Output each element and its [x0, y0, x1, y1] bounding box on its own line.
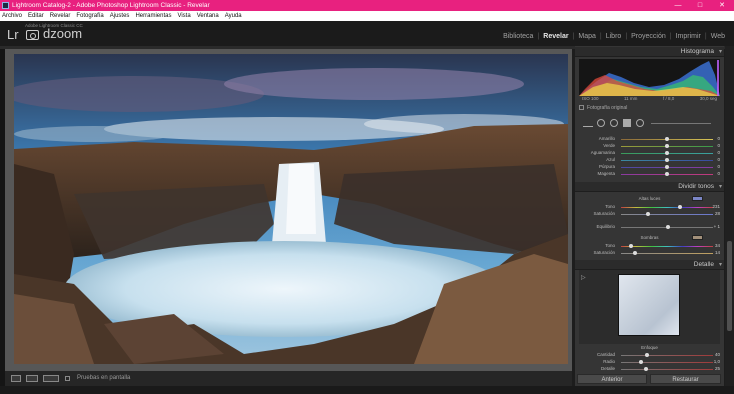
slider-knob[interactable] — [665, 137, 669, 141]
highlights-tone-row[interactable]: Tono 231 — [577, 204, 722, 211]
maximize-icon[interactable]: □ — [691, 0, 709, 11]
split-toning-header[interactable]: Dividir tonos — [575, 182, 724, 192]
focal-length: 11 mm — [624, 96, 638, 101]
module-revelar[interactable]: Revelar — [539, 33, 572, 40]
sharpening-radius-row[interactable]: Radio 1,0 — [577, 359, 722, 366]
shadows-color-swatch[interactable] — [692, 235, 703, 240]
bottom-toolbar: Pruebas en pantalla — [5, 371, 572, 386]
red-eye-icon[interactable] — [610, 119, 618, 127]
slider-knob[interactable] — [639, 360, 643, 364]
slider-knob[interactable] — [665, 165, 669, 169]
checkbox-icon[interactable] — [579, 105, 584, 111]
hsl-row-amarillo[interactable]: Amarillo 0 — [577, 136, 722, 143]
sharpening-amount-row[interactable]: Cantidad 40 — [577, 352, 722, 359]
tool-strip — [579, 118, 720, 128]
hsl-row-aguamarina[interactable]: Aguamarina 0 — [577, 150, 722, 157]
loupe-view-icon[interactable] — [11, 375, 21, 382]
brush-slider-icon[interactable] — [651, 123, 711, 124]
module-imprimir[interactable]: Imprimir — [672, 33, 705, 40]
brand-name: dzoom — [43, 26, 83, 41]
minimize-icon[interactable]: — — [669, 0, 687, 11]
window-title-bar: Lightroom Catalog-2 - Adobe Photoshop Li… — [0, 0, 734, 11]
softproof-checkbox[interactable] — [65, 376, 70, 381]
shadows-saturation-row[interactable]: Saturación 14 — [577, 250, 722, 257]
menu-vista[interactable]: Vista — [177, 11, 190, 21]
crop-overlay-icon[interactable] — [583, 119, 593, 127]
hsl-row-magenta[interactable]: Magenta 0 — [577, 171, 722, 178]
detail-header[interactable]: Detalle — [575, 260, 724, 270]
detail-preview-area: ▷ — [579, 270, 720, 344]
menu-ajustes[interactable]: Ajustes — [110, 11, 130, 21]
menu-herramientas[interactable]: Herramientas — [135, 11, 171, 21]
module-libro[interactable]: Libro — [602, 33, 626, 40]
aperture-value: f / 8,0 — [662, 96, 675, 101]
photo-preview[interactable] — [14, 54, 568, 364]
slider-knob[interactable] — [665, 158, 669, 162]
scrollbar-thumb[interactable] — [727, 241, 732, 331]
slider-knob[interactable] — [665, 151, 669, 155]
right-panel-scrollbar[interactable] — [725, 46, 734, 386]
iso-value: ISO 100 — [582, 96, 599, 101]
slider-knob[interactable] — [629, 244, 633, 248]
balance-row[interactable]: Equilibrio + 1 — [577, 224, 722, 231]
histogram-graph — [579, 60, 720, 96]
module-proyeccion[interactable]: Proyección — [627, 33, 670, 40]
identity-plate: Adobe Lightroom Classic CC Lr dzoom Bibl… — [0, 21, 734, 46]
histogram-header[interactable]: Histograma — [575, 47, 724, 57]
camera-icon — [26, 30, 39, 40]
slider-knob[interactable] — [665, 144, 669, 148]
highlights-saturation-row[interactable]: Saturación 28 — [577, 211, 722, 218]
waterfall-landscape-image — [14, 54, 568, 364]
module-web[interactable]: Web — [707, 33, 729, 40]
menu-bar: Archivo Editar Revelar Fotografía Ajuste… — [0, 11, 734, 21]
module-biblioteca[interactable]: Biblioteca — [499, 33, 537, 40]
sharpening-detail-row[interactable]: Detalle 25 — [577, 366, 722, 371]
filmstrip-toggle[interactable] — [0, 386, 734, 394]
hsl-row-purpura[interactable]: Púrpura 0 — [577, 164, 722, 171]
slider-knob[interactable] — [666, 225, 670, 229]
slider-knob[interactable] — [678, 205, 682, 209]
reset-button[interactable]: Restaurar — [650, 374, 721, 384]
window-title: Lightroom Catalog-2 - Adobe Photoshop Li… — [12, 2, 210, 9]
lr-logo: Lr — [7, 27, 19, 42]
histogram[interactable] — [579, 59, 720, 96]
original-photo-toggle[interactable]: Fotografía original — [579, 105, 627, 111]
close-icon[interactable]: ✕ — [713, 0, 731, 11]
slider-knob[interactable] — [633, 251, 637, 255]
softproof-label: Pruebas en pantalla — [77, 375, 131, 381]
menu-editar[interactable]: Editar — [28, 11, 44, 21]
original-photo-label: Fotografía original — [587, 105, 628, 111]
sharpening-subhead: Enfoque — [641, 345, 658, 350]
menu-ventana[interactable]: Ventana — [197, 11, 219, 21]
slider-knob[interactable] — [644, 367, 648, 371]
menu-ayuda[interactable]: Ayuda — [225, 11, 242, 21]
hsl-row-verde[interactable]: Verde 0 — [577, 143, 722, 150]
spot-removal-icon[interactable] — [597, 119, 605, 127]
slider-knob[interactable] — [665, 172, 669, 176]
slider-knob[interactable] — [645, 353, 649, 357]
shadows-tone-row[interactable]: Tono 34 — [577, 243, 722, 250]
module-picker: Biblioteca | Revelar | Mapa | Libro | Pr… — [499, 33, 729, 40]
graduated-filter-icon[interactable] — [623, 119, 631, 127]
menu-fotografia[interactable]: Fotografía — [76, 11, 103, 21]
module-mapa[interactable]: Mapa — [574, 33, 600, 40]
shutter-speed: 30,0 seg — [699, 96, 717, 101]
detail-zoom-preview[interactable] — [618, 274, 680, 336]
exif-info: ISO 100 11 mm f / 8,0 30,0 seg — [579, 96, 720, 103]
menu-archivo[interactable]: Archivo — [2, 11, 22, 21]
hsl-row-azul[interactable]: Azul 0 — [577, 157, 722, 164]
compare-view-icon[interactable] — [26, 375, 38, 382]
menu-revelar[interactable]: Revelar — [50, 11, 71, 21]
target-icon[interactable]: ▷ — [581, 274, 586, 281]
slider-knob[interactable] — [646, 212, 650, 216]
before-after-icon[interactable] — [43, 375, 59, 382]
previous-button[interactable]: Anterior — [577, 374, 647, 384]
lightroom-app-icon — [2, 2, 9, 9]
radial-filter-icon[interactable] — [636, 119, 644, 127]
highlights-color-swatch[interactable] — [692, 196, 703, 201]
